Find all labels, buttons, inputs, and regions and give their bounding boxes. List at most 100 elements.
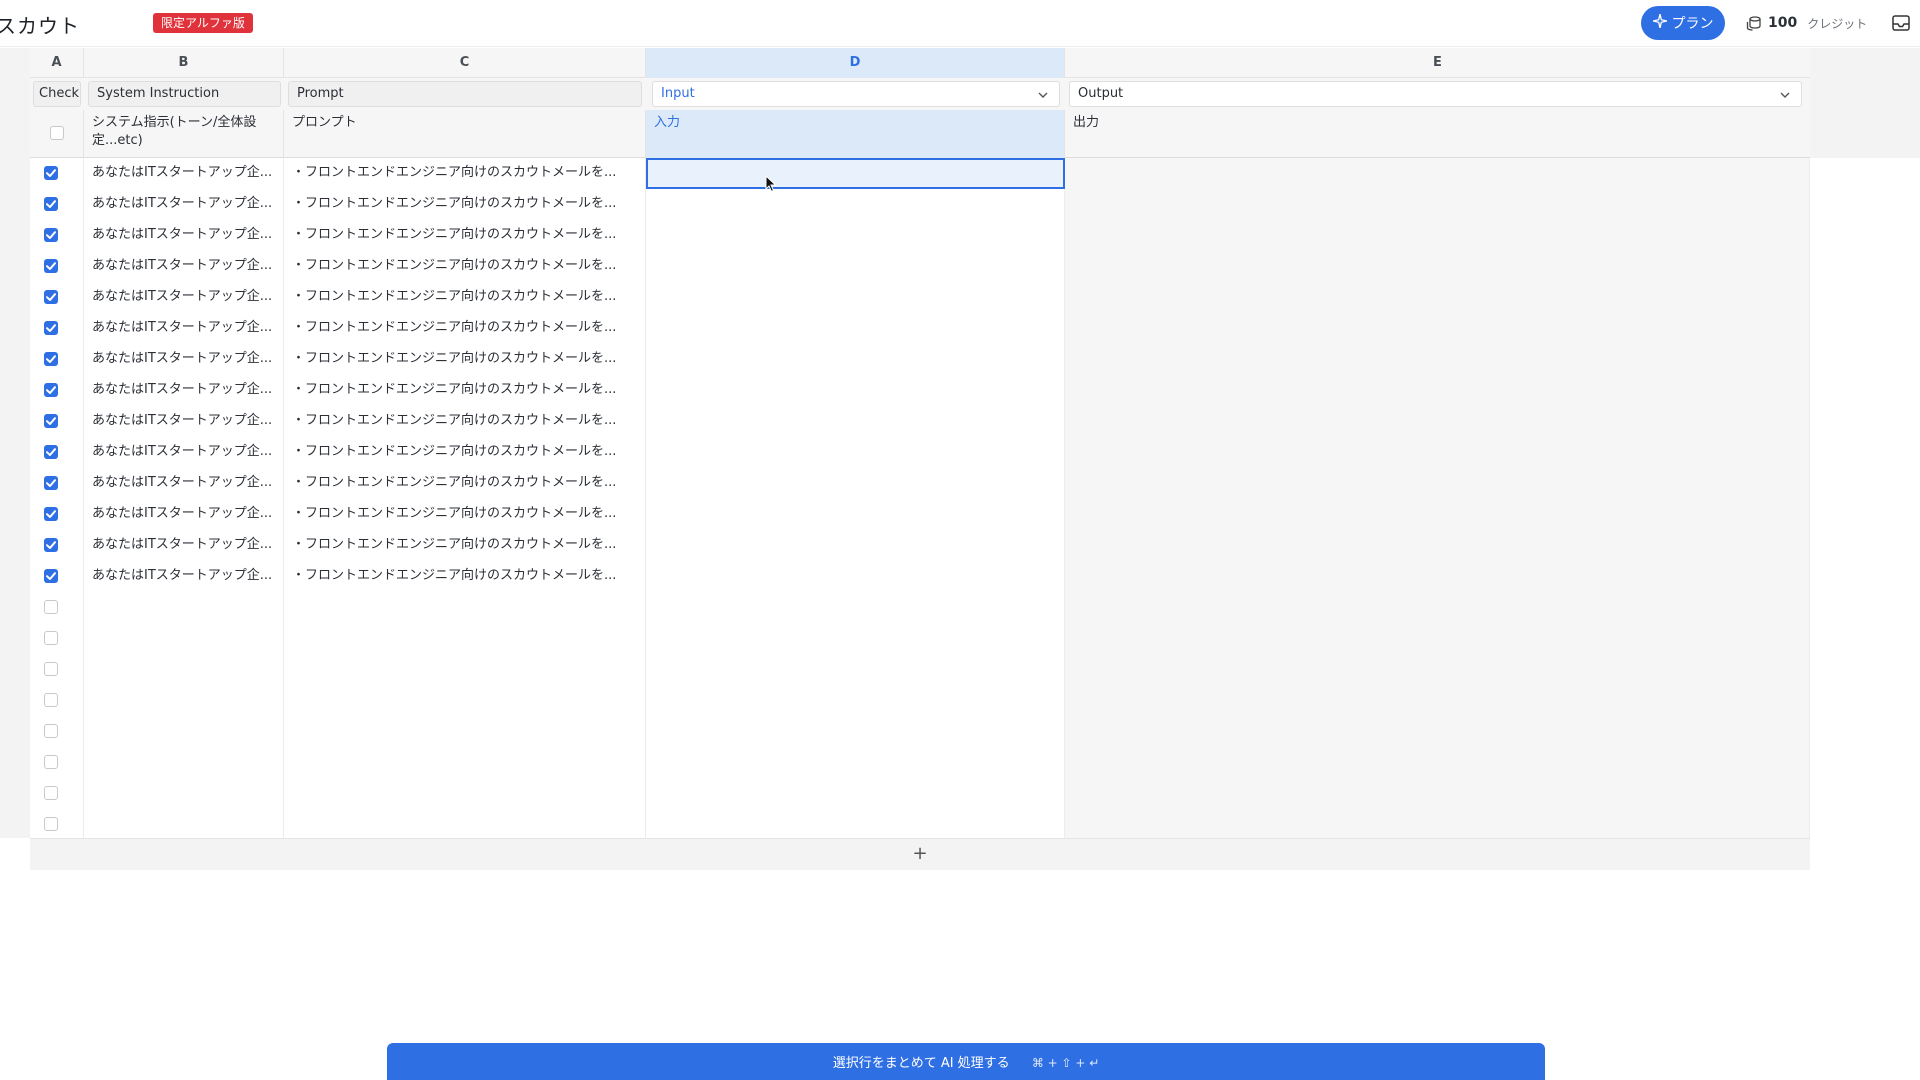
checkbox-checked-icon[interactable]	[44, 352, 58, 366]
cell-system-instruction[interactable]	[84, 809, 284, 840]
cell-input[interactable]	[646, 437, 1065, 468]
checkbox-checked-icon[interactable]	[44, 197, 58, 211]
cell-system-instruction[interactable]: あなたはITスタートアップ企...	[84, 220, 284, 251]
row-checkbox[interactable]	[44, 724, 58, 738]
row-checkbox[interactable]	[44, 631, 58, 645]
cell-input[interactable]	[646, 282, 1065, 313]
checkbox-checked-icon[interactable]	[44, 569, 58, 583]
cell-input[interactable]	[646, 313, 1065, 344]
column-letter-b[interactable]: B	[84, 48, 284, 78]
cell-prompt[interactable]: ・フロントエンドエンジニア向けのスカウトメールを...	[284, 468, 646, 499]
cell-input[interactable]	[646, 189, 1065, 220]
cell-output[interactable]	[1065, 592, 1810, 623]
cell-output[interactable]	[1065, 561, 1810, 592]
cell-system-instruction[interactable]: あなたはITスタートアップ企...	[84, 468, 284, 499]
row-checkbox[interactable]	[44, 755, 58, 769]
cell-input[interactable]	[646, 530, 1065, 561]
cell-input[interactable]	[646, 716, 1065, 747]
cell-prompt[interactable]: ・フロントエンドエンジニア向けのスカウトメールを...	[284, 406, 646, 437]
cell-system-instruction[interactable]: あなたはITスタートアップ企...	[84, 313, 284, 344]
cell-system-instruction[interactable]: あなたはITスタートアップ企...	[84, 530, 284, 561]
cell-input[interactable]	[646, 344, 1065, 375]
cell-input-active[interactable]	[646, 158, 1065, 189]
column-letter-e[interactable]: E	[1065, 48, 1810, 78]
cell-system-instruction[interactable]: あなたはITスタートアップ企...	[84, 406, 284, 437]
cell-prompt[interactable]	[284, 747, 646, 778]
checkbox-checked-icon[interactable]	[44, 228, 58, 242]
cell-output[interactable]	[1065, 313, 1810, 344]
cell-system-instruction[interactable]	[84, 623, 284, 654]
cell-system-instruction[interactable]	[84, 747, 284, 778]
cell-system-instruction[interactable]	[84, 716, 284, 747]
inbox-icon[interactable]	[1890, 12, 1912, 34]
checkbox-checked-icon[interactable]	[44, 383, 58, 397]
cell-prompt[interactable]	[284, 716, 646, 747]
cell-prompt[interactable]: ・フロントエンドエンジニア向けのスカウトメールを...	[284, 375, 646, 406]
cell-prompt[interactable]: ・フロントエンドエンジニア向けのスカウトメールを...	[284, 344, 646, 375]
cell-system-instruction[interactable]	[84, 654, 284, 685]
cell-input[interactable]	[646, 592, 1065, 623]
checkbox-checked-icon[interactable]	[44, 476, 58, 490]
cell-input[interactable]	[646, 251, 1065, 282]
cell-prompt[interactable]	[284, 592, 646, 623]
cell-prompt[interactable]: ・フロントエンドエンジニア向けのスカウトメールを...	[284, 530, 646, 561]
cell-system-instruction[interactable]	[84, 685, 284, 716]
cell-prompt[interactable]: ・フロントエンドエンジニア向けのスカウトメールを...	[284, 220, 646, 251]
field-input-select[interactable]: Input	[652, 81, 1060, 107]
checkbox-checked-icon[interactable]	[44, 507, 58, 521]
cell-system-instruction[interactable]: あなたはITスタートアップ企...	[84, 251, 284, 282]
cell-system-instruction[interactable]: あなたはITスタートアップ企...	[84, 344, 284, 375]
cell-input[interactable]	[646, 685, 1065, 716]
cell-input[interactable]	[646, 623, 1065, 654]
cell-output[interactable]	[1065, 406, 1810, 437]
row-checkbox[interactable]	[44, 662, 58, 676]
cell-output[interactable]	[1065, 685, 1810, 716]
batch-ai-process-button[interactable]: 選択行をまとめて AI 処理する ⌘ + ⇧ + ↵	[387, 1043, 1545, 1080]
cell-output[interactable]	[1065, 375, 1810, 406]
checkbox-checked-icon[interactable]	[44, 445, 58, 459]
cell-output[interactable]	[1065, 716, 1810, 747]
row-checkbox[interactable]	[44, 600, 58, 614]
add-row-button[interactable]: +	[30, 838, 1810, 870]
cell-prompt[interactable]: ・フロントエンドエンジニア向けのスカウトメールを...	[284, 158, 646, 189]
cell-output[interactable]	[1065, 623, 1810, 654]
cell-output[interactable]	[1065, 282, 1810, 313]
cell-output[interactable]	[1065, 189, 1810, 220]
row-checkbox[interactable]	[44, 817, 58, 831]
cell-output[interactable]	[1065, 654, 1810, 685]
cell-input[interactable]	[646, 654, 1065, 685]
cell-output[interactable]	[1065, 158, 1810, 189]
cell-prompt[interactable]: ・フロントエンドエンジニア向けのスカウトメールを...	[284, 313, 646, 344]
cell-prompt[interactable]: ・フロントエンドエンジニア向けのスカウトメールを...	[284, 282, 646, 313]
cell-input[interactable]	[646, 778, 1065, 809]
cell-prompt[interactable]	[284, 654, 646, 685]
cell-input[interactable]	[646, 561, 1065, 592]
row-checkbox[interactable]	[44, 693, 58, 707]
column-letter-d[interactable]: D	[646, 48, 1065, 78]
cell-output[interactable]	[1065, 747, 1810, 778]
checkbox-checked-icon[interactable]	[44, 166, 58, 180]
cell-output[interactable]	[1065, 468, 1810, 499]
cell-prompt[interactable]: ・フロントエンドエンジニア向けのスカウトメールを...	[284, 561, 646, 592]
cell-output[interactable]	[1065, 251, 1810, 282]
cell-output[interactable]	[1065, 530, 1810, 561]
plan-button[interactable]: プラン	[1641, 6, 1725, 40]
cell-system-instruction[interactable]: あなたはITスタートアップ企...	[84, 189, 284, 220]
checkbox-checked-icon[interactable]	[44, 538, 58, 552]
cell-system-instruction[interactable]: あなたはITスタートアップ企...	[84, 282, 284, 313]
cell-prompt[interactable]: ・フロントエンドエンジニア向けのスカウトメールを...	[284, 251, 646, 282]
cell-system-instruction[interactable]: あなたはITスタートアップ企...	[84, 561, 284, 592]
cell-system-instruction[interactable]: あなたはITスタートアップ企...	[84, 158, 284, 189]
cell-prompt[interactable]	[284, 623, 646, 654]
checkbox-checked-icon[interactable]	[44, 259, 58, 273]
cell-input[interactable]	[646, 375, 1065, 406]
cell-output[interactable]	[1065, 220, 1810, 251]
cell-output[interactable]	[1065, 437, 1810, 468]
cell-input[interactable]	[646, 468, 1065, 499]
cell-prompt[interactable]: ・フロントエンドエンジニア向けのスカウトメールを...	[284, 437, 646, 468]
cell-prompt[interactable]	[284, 809, 646, 840]
checkbox-checked-icon[interactable]	[44, 414, 58, 428]
row-checkbox[interactable]	[44, 786, 58, 800]
cell-prompt[interactable]	[284, 685, 646, 716]
checkbox-checked-icon[interactable]	[44, 290, 58, 304]
